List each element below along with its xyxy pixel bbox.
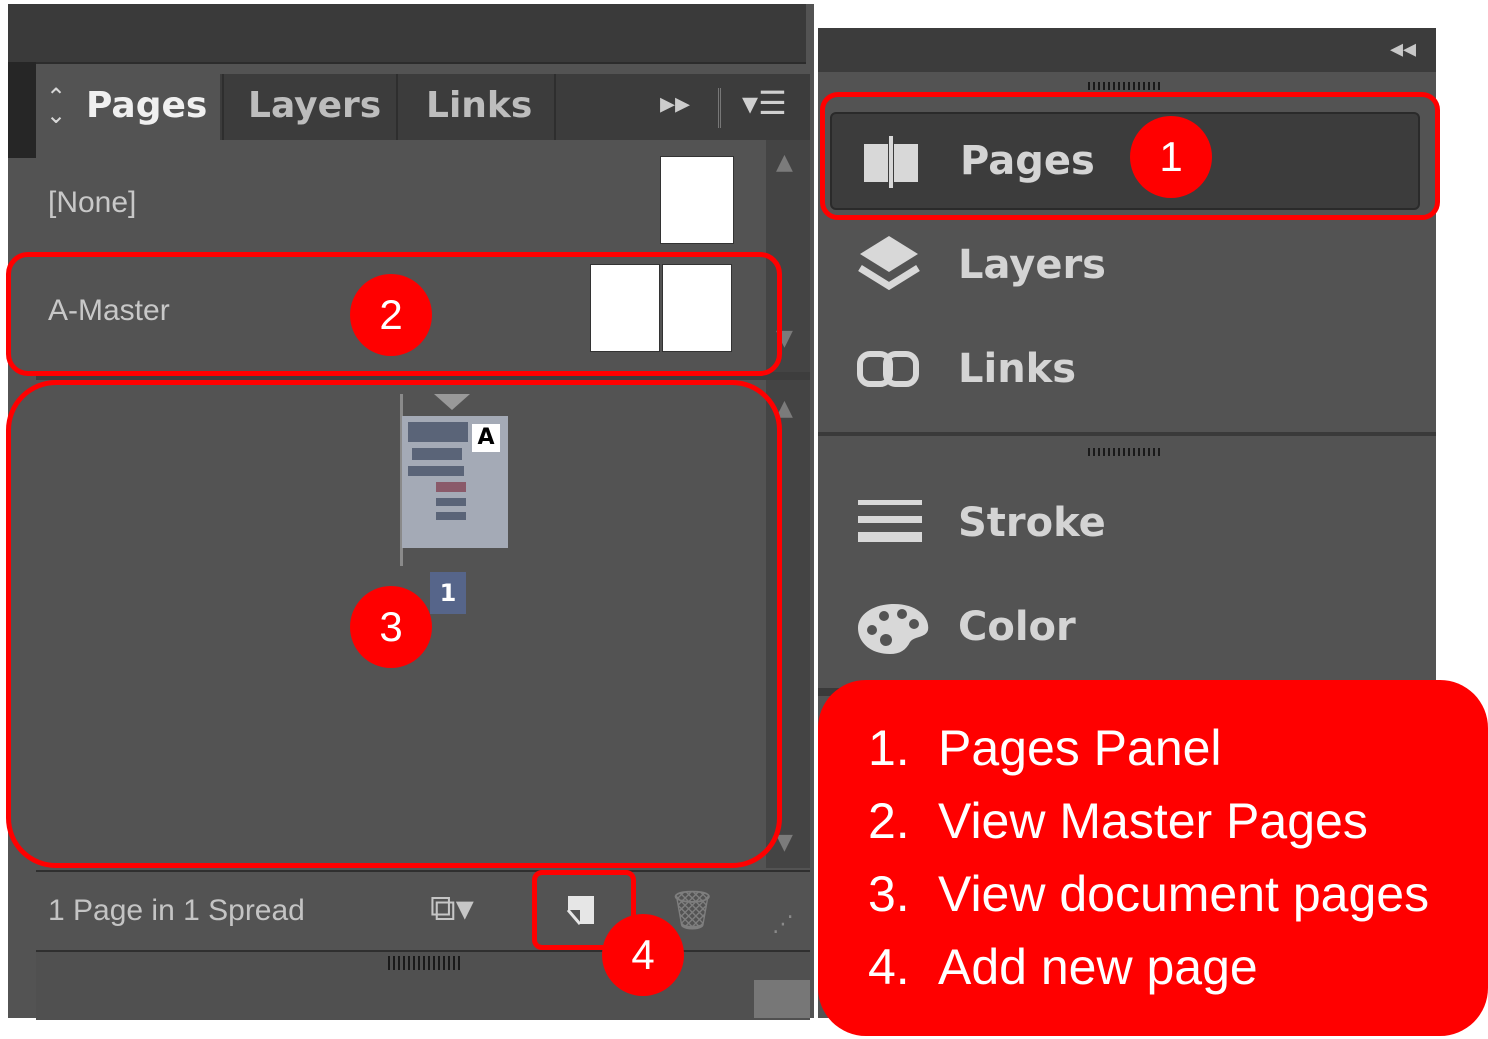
panel-edge bbox=[8, 62, 36, 158]
collapse-dock-icon[interactable]: ◂◂ bbox=[1390, 34, 1416, 64]
dock-item-label: Layers bbox=[958, 242, 1106, 288]
master-none-thumbnail[interactable] bbox=[660, 156, 734, 244]
legend-item: 2. View Master Pages bbox=[868, 793, 1368, 849]
panel-title-strip bbox=[8, 4, 806, 64]
panel-resize-handle[interactable] bbox=[388, 956, 462, 970]
legend-box: 1. Pages Panel 2. View Master Pages 3. View… bbox=[818, 680, 1488, 1036]
dock-item-label: Stroke bbox=[958, 500, 1106, 546]
resize-grip-icon[interactable]: ⋰ bbox=[772, 912, 794, 937]
color-palette-icon bbox=[858, 604, 929, 654]
dock-grip[interactable] bbox=[1088, 448, 1160, 456]
dock-item-stroke[interactable]: Stroke bbox=[830, 476, 1420, 574]
expand-panel-icon[interactable]: ▸▸ bbox=[660, 86, 690, 121]
panel-dock-header bbox=[818, 28, 1436, 72]
callout-badge-4: 4 bbox=[602, 914, 684, 996]
scroll-up-icon[interactable]: ▲ bbox=[776, 150, 793, 175]
legend-item: 1. Pages Panel bbox=[868, 720, 1222, 776]
legend-item: 4. Add new page bbox=[868, 939, 1258, 995]
master-none-label[interactable]: [None] bbox=[48, 186, 136, 220]
dock-item-links[interactable]: Links bbox=[830, 322, 1420, 420]
tab-separator bbox=[718, 88, 723, 128]
tab-layers[interactable]: Layers bbox=[222, 74, 398, 140]
legend-list: 1. Pages Panel 2. View Master Pages 3. View… bbox=[868, 712, 1429, 1004]
dock-item-label: Links bbox=[958, 346, 1077, 392]
dock-item-label: Color bbox=[958, 604, 1076, 650]
callout-badge-2: 2 bbox=[350, 274, 432, 356]
layers-icon bbox=[858, 236, 920, 291]
edit-page-size-icon[interactable]: ⧉▾ bbox=[430, 888, 474, 930]
page-count-status: 1 Page in 1 Spread bbox=[48, 894, 305, 927]
tab-links[interactable]: Links bbox=[400, 74, 556, 140]
dock-divider bbox=[818, 432, 1436, 436]
callout-badge-1: 1 bbox=[1130, 116, 1212, 198]
panel-menu-icon[interactable]: ▾☰ bbox=[742, 84, 787, 122]
legend-item: 3. View document pages bbox=[868, 866, 1430, 922]
callout-badge-3: 3 bbox=[350, 586, 432, 668]
links-icon bbox=[857, 351, 919, 387]
dock-item-color[interactable]: Color bbox=[830, 580, 1420, 678]
stroke-icon bbox=[858, 500, 922, 542]
dock-grip[interactable] bbox=[1088, 82, 1160, 90]
tab-pages-label: Pages bbox=[86, 85, 208, 126]
dock-item-layers[interactable]: Layers bbox=[830, 218, 1420, 316]
scrollbar-corner bbox=[754, 980, 810, 1018]
delete-page-icon[interactable]: 🗑 bbox=[668, 888, 716, 933]
sort-updown-icon[interactable]: ⌃ ⌄ bbox=[46, 85, 66, 127]
